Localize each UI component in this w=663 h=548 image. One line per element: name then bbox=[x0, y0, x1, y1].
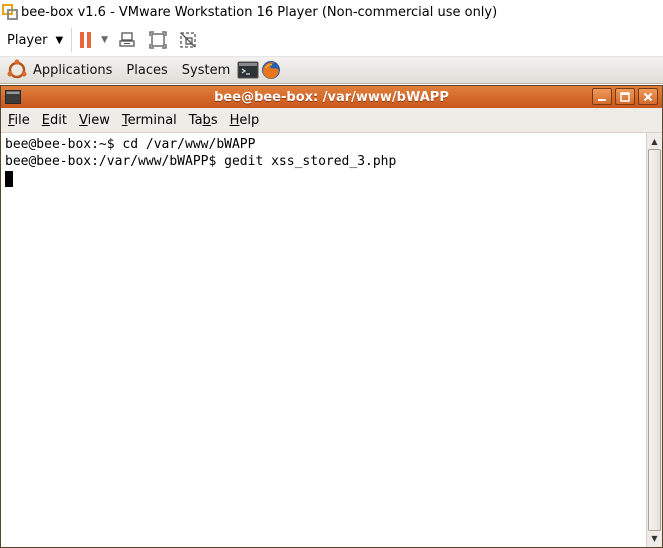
menu-help-rest: elp bbox=[239, 112, 260, 128]
panel-menu-applications[interactable]: Applications bbox=[28, 63, 117, 78]
panel-menu-system[interactable]: System bbox=[177, 63, 235, 78]
scrollbar-thumb[interactable] bbox=[648, 149, 661, 531]
caret-down-icon[interactable]: ▼ bbox=[101, 35, 108, 45]
minimize-button[interactable] bbox=[592, 88, 612, 105]
caret-down-icon: ▼ bbox=[55, 34, 64, 46]
minimize-icon bbox=[598, 98, 606, 101]
scroll-up-arrow-icon[interactable]: ▲ bbox=[648, 135, 661, 148]
maximize-icon bbox=[620, 91, 630, 102]
firefox-launcher-icon[interactable] bbox=[260, 59, 282, 81]
menu-view-rest: iew bbox=[87, 112, 110, 128]
host-window-titlebar: bee-box v1.6 - VMware Workstation 16 Pla… bbox=[0, 0, 663, 24]
unity-icon[interactable] bbox=[178, 30, 198, 50]
menu-file[interactable]: File bbox=[3, 113, 35, 128]
terminal-window: bee@bee-box: /var/www/bWAPP File Edit Vi… bbox=[0, 85, 663, 548]
vmware-app-icon bbox=[2, 4, 18, 20]
pause-icon bbox=[80, 32, 94, 48]
maximize-button[interactable] bbox=[615, 88, 635, 105]
terminal-output[interactable]: bee@bee-box:~$ cd /var/www/bWAPP bee@bee… bbox=[1, 133, 646, 547]
pause-button[interactable]: ▼ bbox=[80, 32, 108, 48]
host-window-title: bee-box v1.6 - VMware Workstation 16 Pla… bbox=[21, 4, 498, 20]
scroll-down-arrow-icon[interactable]: ▼ bbox=[648, 532, 661, 545]
menu-tabs[interactable]: Tabs bbox=[184, 113, 223, 128]
terminal-line: bee@bee-box:/var/www/bWAPP$ gedit xss_st… bbox=[5, 154, 397, 169]
text-cursor bbox=[5, 171, 13, 187]
menu-edit-rest: dit bbox=[50, 112, 67, 128]
menu-view-mnemonic: V bbox=[78, 112, 88, 128]
send-ctrl-alt-del-icon[interactable] bbox=[118, 30, 138, 50]
menu-edit-mnemonic: E bbox=[41, 112, 50, 128]
host-toolbar: Player ▼ ▼ bbox=[0, 24, 663, 57]
terminal-titlebar[interactable]: bee@bee-box: /var/www/bWAPP bbox=[1, 86, 662, 108]
close-icon bbox=[643, 92, 653, 101]
terminal-title: bee@bee-box: /var/www/bWAPP bbox=[214, 89, 449, 105]
terminal-cursor-line bbox=[5, 170, 646, 187]
player-menu-label: Player bbox=[7, 32, 48, 48]
menu-help-mnemonic: H bbox=[229, 112, 240, 128]
menu-help[interactable]: Help bbox=[225, 113, 265, 128]
window-controls bbox=[589, 88, 658, 105]
terminal-menubar: File Edit View Terminal Tabs Help bbox=[1, 108, 662, 133]
toolbar-separator bbox=[71, 28, 73, 52]
close-button[interactable] bbox=[638, 88, 658, 105]
menu-tabs-rest: s bbox=[210, 112, 218, 128]
menu-view[interactable]: View bbox=[74, 113, 115, 128]
gnome-top-panel: Applications Places System bbox=[0, 57, 663, 84]
ubuntu-logo-icon[interactable] bbox=[6, 59, 28, 81]
menu-terminal-rest: erminal bbox=[127, 112, 177, 128]
fullscreen-icon[interactable] bbox=[148, 30, 168, 50]
menu-tabs-pre: Ta bbox=[188, 112, 203, 128]
menu-terminal[interactable]: Terminal bbox=[117, 113, 182, 128]
panel-menu-places[interactable]: Places bbox=[121, 63, 172, 78]
menu-file-rest: ile bbox=[14, 112, 30, 128]
menu-edit[interactable]: Edit bbox=[37, 113, 72, 128]
terminal-scrollbar[interactable]: ▲ ▼ bbox=[646, 133, 662, 547]
player-menu-button[interactable]: Player ▼ bbox=[0, 24, 63, 56]
terminal-launcher-icon[interactable] bbox=[237, 59, 259, 81]
window-menu-icon[interactable] bbox=[5, 90, 21, 104]
terminal-line: bee@bee-box:~$ cd /var/www/bWAPP bbox=[5, 137, 256, 152]
menu-tabs-mnemonic: b bbox=[202, 112, 211, 128]
